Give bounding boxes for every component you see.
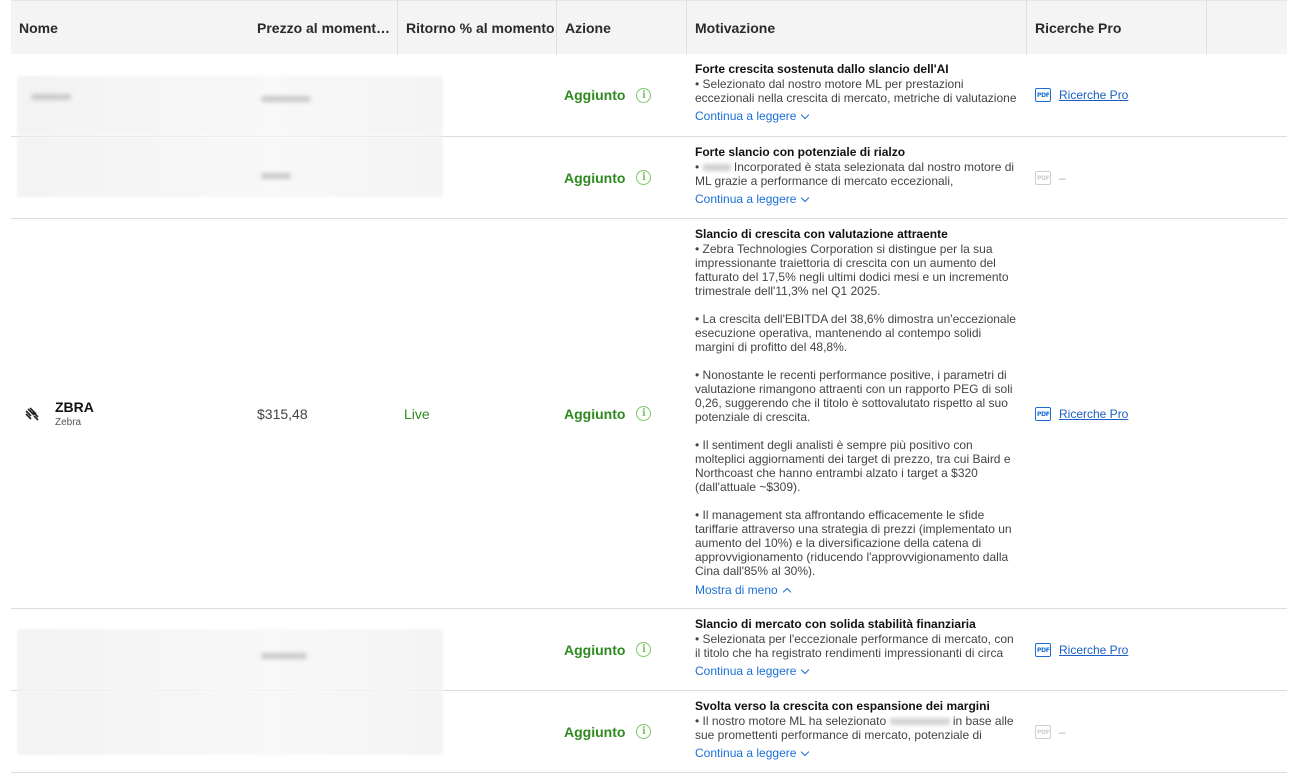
- zebra-logo-icon: [23, 405, 41, 423]
- read-more-link[interactable]: Continua a leggere: [695, 664, 810, 678]
- action-cell: Aggiunto i: [564, 137, 652, 218]
- motivation-body: • Selezionato dal nostro motore ML per p…: [695, 77, 1017, 105]
- read-more-link[interactable]: Continua a leggere: [695, 109, 810, 123]
- action-label: Aggiunto: [564, 723, 626, 740]
- table-header: Nome Prezzo al momento dell'aggiunta Rit…: [11, 0, 1287, 55]
- header-price[interactable]: Prezzo al momento dell'aggiunta: [249, 1, 397, 55]
- info-icon[interactable]: i: [636, 406, 652, 421]
- pro-unavailable: –: [1059, 170, 1066, 185]
- read-more-link[interactable]: Continua a leggere: [695, 746, 810, 760]
- motivation-title: Forte crescita sostenuta dallo slancio d…: [695, 62, 949, 76]
- blurred-company: [889, 718, 950, 726]
- chevron-down-icon: [801, 193, 810, 202]
- header-return[interactable]: Ritorno % al momento: [397, 1, 557, 55]
- table-row[interactable]: Aggiunto i Forte slancio con potenziale …: [11, 137, 1287, 219]
- pdf-icon: [1035, 724, 1051, 739]
- blurred-price: [261, 173, 291, 179]
- pro-cell: –: [1035, 691, 1066, 772]
- motivation-body: • Zebra Technologies Corporation si dist…: [695, 242, 1021, 578]
- motivation-title: Svolta verso la crescita con espansione …: [695, 699, 990, 713]
- info-icon[interactable]: i: [636, 170, 652, 185]
- header-name[interactable]: Nome: [11, 1, 241, 55]
- header-action[interactable]: Azione: [556, 1, 686, 55]
- read-more-link[interactable]: Continua a leggere: [695, 192, 810, 206]
- pro-unavailable: –: [1059, 724, 1066, 739]
- blurred-content: [17, 137, 443, 197]
- price-cell: $315,48: [257, 219, 308, 608]
- blurred-content: [17, 76, 443, 136]
- ticker[interactable]: ZBRA: [55, 399, 94, 415]
- pdf-icon: [1035, 170, 1051, 185]
- header-divider: [1206, 1, 1207, 55]
- motivation-body: • Selezionata per l'eccezionale performa…: [695, 632, 1014, 660]
- table-row[interactable]: Aggiunto i Slancio di mercato con solida…: [11, 609, 1287, 691]
- blurred-price: [261, 653, 307, 659]
- motivation-paragraph: • Il management sta affrontando efficace…: [695, 508, 1012, 578]
- motivation-paragraph: • La crescita dell'EBITDA del 38,6% dimo…: [695, 312, 1016, 354]
- table-row[interactable]: ZBRA Zebra $315,48 Live Aggiunto i Slanc…: [11, 219, 1287, 609]
- motivation-paragraph: • Il sentiment degli analisti è sempre p…: [695, 438, 1011, 494]
- motivation-paragraph: • Nonostante le recenti performance posi…: [695, 368, 1013, 424]
- pro-research-link[interactable]: Ricerche Pro: [1059, 643, 1128, 657]
- company-name: Zebra: [55, 417, 82, 428]
- info-icon[interactable]: i: [636, 642, 652, 657]
- pdf-icon[interactable]: [1035, 88, 1051, 102]
- info-icon[interactable]: i: [636, 724, 652, 739]
- blurred-price: [261, 96, 311, 102]
- motivation-cell: Slancio di crescita con valutazione attr…: [695, 227, 1021, 597]
- table-row[interactable]: Aggiunto i Forte crescita sostenuta dall…: [11, 54, 1287, 137]
- blurred-name: [31, 94, 71, 100]
- chevron-down-icon: [801, 747, 810, 756]
- action-cell: Aggiunto i: [564, 691, 652, 772]
- pro-research-link[interactable]: Ricerche Pro: [1059, 88, 1128, 102]
- action-label: Aggiunto: [564, 405, 626, 422]
- table-row[interactable]: Aggiunto i Svolta verso la crescita con …: [11, 691, 1287, 773]
- motivation-cell: Slancio di mercato con solida stabilità …: [695, 617, 1021, 678]
- chevron-down-icon: [801, 665, 810, 674]
- header-pro[interactable]: Ricerche Pro: [1026, 1, 1207, 55]
- pro-cell: Ricerche Pro: [1035, 609, 1128, 690]
- action-cell: Aggiunto i: [564, 54, 652, 136]
- pro-research-link[interactable]: Ricerche Pro: [1059, 407, 1128, 421]
- chevron-up-icon: [782, 587, 791, 596]
- pro-cell: Ricerche Pro: [1035, 219, 1128, 608]
- action-label: Aggiunto: [564, 169, 626, 186]
- pro-cell: Ricerche Pro: [1035, 54, 1128, 136]
- motivation-body: • Incorporated è stata selezionata dal n…: [695, 160, 1015, 188]
- header-motivation[interactable]: Motivazione: [686, 1, 1026, 55]
- name-cell: ZBRA Zebra: [23, 219, 94, 608]
- pro-cell: –: [1035, 137, 1066, 218]
- motivation-paragraph: • Zebra Technologies Corporation si dist…: [695, 242, 1009, 298]
- motivation-body: • Il nostro motore ML ha selezionato in …: [695, 714, 1014, 742]
- motivation-title: Slancio di mercato con solida stabilità …: [695, 617, 976, 631]
- action-cell: Aggiunto i: [564, 609, 652, 690]
- action-label: Aggiunto: [564, 87, 626, 103]
- motivation-cell: Forte crescita sostenuta dallo slancio d…: [695, 62, 1021, 123]
- return-cell: Live: [404, 219, 430, 608]
- blurred-content: [17, 629, 443, 691]
- return-status: Live: [404, 405, 430, 422]
- motivation-title: Slancio di crescita con valutazione attr…: [695, 227, 948, 241]
- pdf-icon[interactable]: [1035, 642, 1051, 657]
- blurred-content: [17, 691, 443, 755]
- pdf-icon[interactable]: [1035, 406, 1051, 421]
- info-icon[interactable]: i: [636, 87, 652, 103]
- action-label: Aggiunto: [564, 641, 626, 658]
- price-value: $315,48: [257, 405, 308, 422]
- chevron-down-icon: [801, 110, 810, 119]
- blurred-company: [702, 164, 731, 172]
- motivation-cell: Forte slancio con potenziale di rialzo •…: [695, 145, 1021, 206]
- ticker-block: ZBRA Zebra: [55, 399, 94, 428]
- show-less-link[interactable]: Mostra di meno: [695, 583, 791, 597]
- motivation-title: Forte slancio con potenziale di rialzo: [695, 145, 906, 159]
- motivation-cell: Svolta verso la crescita con espansione …: [695, 699, 1021, 760]
- action-cell: Aggiunto i: [564, 219, 652, 608]
